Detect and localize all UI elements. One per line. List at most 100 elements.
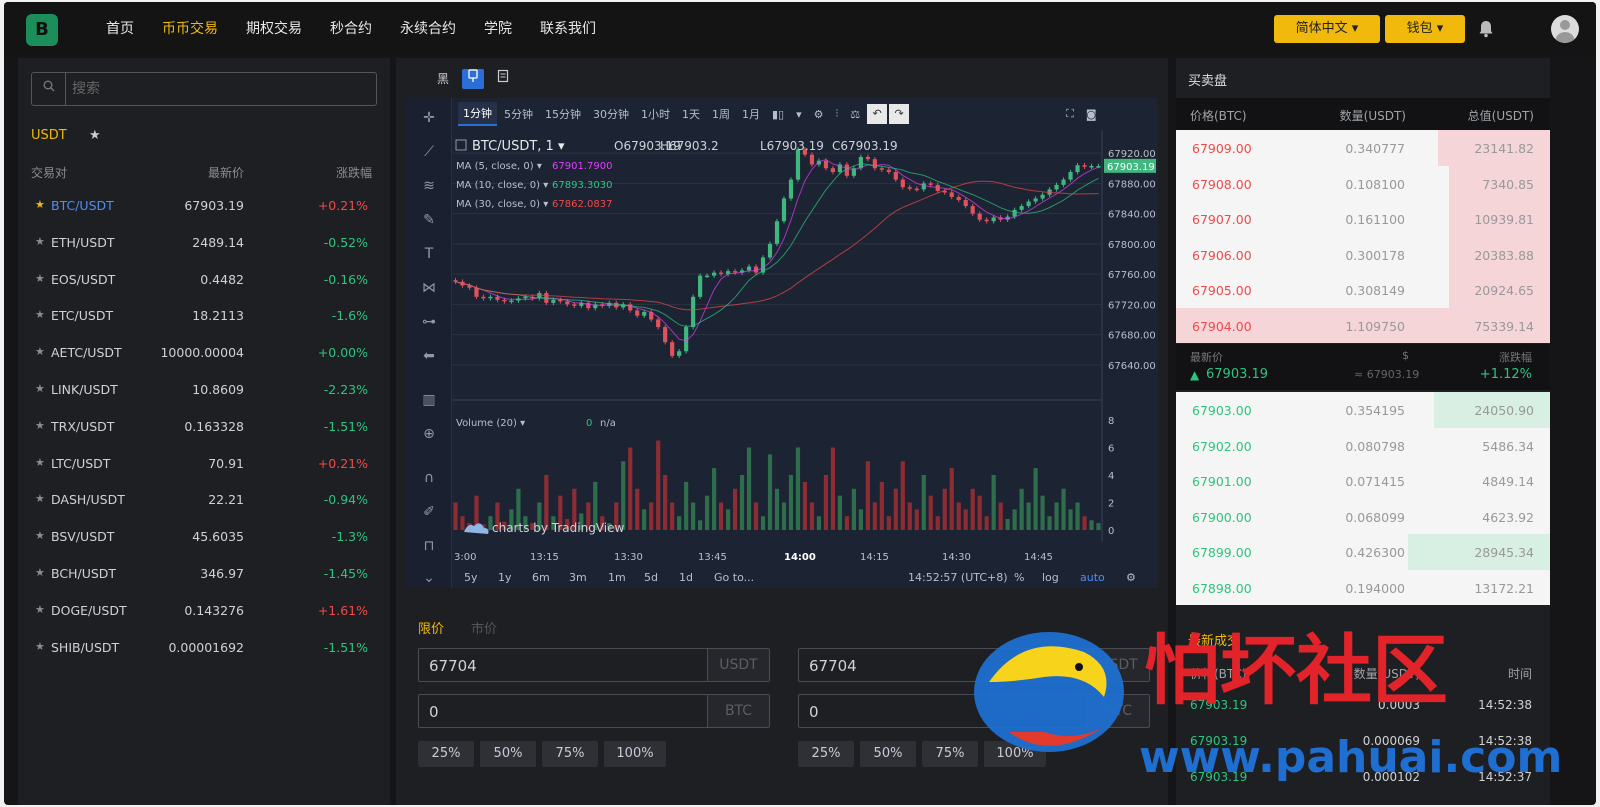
market-row[interactable]: ★ AETC/USDT 10000.00004 +0.00% bbox=[18, 345, 390, 382]
star-icon[interactable]: ★ bbox=[35, 566, 45, 579]
sell-pct-75-button[interactable]: 75% bbox=[922, 741, 978, 767]
sell-amount-input[interactable] bbox=[809, 701, 1069, 723]
back-arrow-icon[interactable]: ⬅ bbox=[419, 346, 439, 366]
interval-0[interactable]: 1分钟 bbox=[458, 102, 497, 126]
buy-pct-25-button[interactable]: 25% bbox=[418, 741, 474, 767]
theme-dark-button[interactable]: 黑 bbox=[432, 69, 454, 89]
collapse-legend-icon[interactable] bbox=[455, 139, 467, 151]
bid-row[interactable]: 67903.00 0.354195 24050.90 bbox=[1176, 392, 1550, 428]
ask-row[interactable]: 67909.00 0.340777 23141.82 bbox=[1176, 130, 1550, 166]
ask-row[interactable]: 67908.00 0.108100 7340.85 bbox=[1176, 165, 1550, 201]
interval-3[interactable]: 30分钟 bbox=[588, 103, 634, 125]
trend-line-icon[interactable]: ⟋ bbox=[419, 142, 439, 162]
volume-legend-label[interactable]: Volume (20) ▾ bbox=[456, 418, 525, 429]
ma-legend-label[interactable]: MA (5, close, 0) ▾ bbox=[456, 161, 542, 172]
crosshair-icon[interactable]: ✛ bbox=[419, 108, 439, 128]
star-icon[interactable]: ★ bbox=[35, 198, 45, 211]
bid-row[interactable]: 67900.00 0.068099 4623.92 bbox=[1176, 499, 1550, 535]
ask-row[interactable]: 67905.00 0.308149 20924.65 bbox=[1176, 272, 1550, 308]
interval-5[interactable]: 1天 bbox=[677, 103, 705, 125]
market-row[interactable]: ★ SHIB/USDT 0.00001692 -1.51% bbox=[18, 640, 390, 677]
nav-item-0[interactable]: 首页 bbox=[92, 2, 148, 56]
range-6[interactable]: 1d bbox=[679, 571, 693, 584]
nav-item-5[interactable]: 学院 bbox=[470, 2, 526, 56]
brush-icon[interactable]: ✎ bbox=[419, 210, 439, 230]
ma-legend-label[interactable]: MA (10, close, 0) ▾ bbox=[456, 180, 548, 191]
nav-item-2[interactable]: 期权交易 bbox=[232, 2, 316, 56]
bid-row[interactable]: 67902.00 0.080798 5486.34 bbox=[1176, 428, 1550, 464]
tab-limit-order[interactable]: 限价 bbox=[418, 618, 444, 637]
range-0[interactable]: 5y bbox=[464, 571, 478, 584]
ask-row[interactable]: 67906.00 0.300178 20383.88 bbox=[1176, 236, 1550, 272]
ma-legend-label[interactable]: MA (30, close, 0) ▾ bbox=[456, 199, 548, 210]
ask-row[interactable]: 67904.00 1.109750 75339.14 bbox=[1176, 307, 1550, 343]
redo-icon[interactable]: ↷ bbox=[889, 104, 910, 124]
range-7[interactable]: Go to... bbox=[714, 571, 754, 584]
compare-icon[interactable]: ⚖ bbox=[845, 105, 865, 124]
range-4[interactable]: 1m bbox=[608, 571, 626, 584]
market-row[interactable]: ★ DOGE/USDT 0.143276 +1.61% bbox=[18, 603, 390, 640]
market-row[interactable]: ★ LINK/USDT 10.8609 -2.23% bbox=[18, 382, 390, 419]
nav-item-1[interactable]: 币币交易 bbox=[148, 2, 232, 56]
range-5[interactable]: 5d bbox=[644, 571, 658, 584]
measure-tool-icon[interactable]: ⊶ bbox=[419, 312, 439, 332]
star-icon[interactable]: ★ bbox=[35, 345, 45, 358]
fib-tool-icon[interactable]: ≋ bbox=[419, 176, 439, 196]
star-icon[interactable]: ★ bbox=[35, 456, 45, 469]
scale-option-0[interactable]: % bbox=[1014, 571, 1024, 584]
star-icon[interactable]: ★ bbox=[35, 529, 45, 542]
market-row[interactable]: ★ ETC/USDT 18.2113 -1.6% bbox=[18, 308, 390, 345]
market-row[interactable]: ★ DASH/USDT 22.21 -0.94% bbox=[18, 492, 390, 529]
interval-1[interactable]: 5分钟 bbox=[499, 103, 538, 125]
bid-row[interactable]: 67899.00 0.426300 28945.34 bbox=[1176, 534, 1550, 570]
sell-pct-50-button[interactable]: 50% bbox=[860, 741, 916, 767]
lock-drawing-icon[interactable]: ✐ bbox=[419, 502, 439, 522]
star-icon[interactable]: ★ bbox=[35, 640, 45, 653]
buy-pct-100-button[interactable]: 100% bbox=[604, 741, 666, 767]
unlock-icon[interactable]: ⊓ bbox=[419, 536, 439, 556]
indicator-icon[interactable]: ▥ bbox=[419, 390, 439, 410]
market-row[interactable]: ★ EOS/USDT 0.4482 -0.16% bbox=[18, 272, 390, 309]
favorites-star-icon[interactable]: ★ bbox=[89, 128, 101, 143]
sell-pct-25-button[interactable]: 25% bbox=[798, 741, 854, 767]
bid-row[interactable]: 67901.00 0.071415 4849.14 bbox=[1176, 463, 1550, 499]
price-volume-chart[interactable]: 67920.00 67880.00 67840.00 67800.00 67760.00… bbox=[452, 130, 1158, 568]
tradingview-attribution[interactable]: charts by TradingView bbox=[492, 521, 624, 535]
star-icon[interactable]: ★ bbox=[35, 492, 45, 505]
scale-option-1[interactable]: log bbox=[1042, 571, 1059, 584]
scale-option-2[interactable]: auto bbox=[1080, 571, 1105, 584]
depth-view-icon[interactable] bbox=[492, 69, 514, 89]
buy-price-input[interactable] bbox=[429, 655, 689, 677]
chevron-down-icon[interactable]: ▾ bbox=[791, 105, 807, 124]
market-row[interactable]: ★ TRX/USDT 0.163328 -1.51% bbox=[18, 419, 390, 456]
indicators-icon[interactable]: ⫶ bbox=[831, 104, 844, 124]
star-icon[interactable]: ★ bbox=[35, 308, 45, 321]
tab-market-order[interactable]: 市价 bbox=[471, 618, 497, 637]
ask-row[interactable]: 67907.00 0.161100 10939.81 bbox=[1176, 201, 1550, 237]
pattern-tool-icon[interactable]: ⋈ bbox=[419, 278, 439, 298]
snapshot-camera-icon[interactable]: ◙ bbox=[1081, 105, 1102, 124]
sell-price-input[interactable] bbox=[809, 655, 1069, 677]
range-2[interactable]: 6m bbox=[532, 571, 550, 584]
magnet-icon[interactable]: ∩ bbox=[419, 468, 439, 488]
star-icon[interactable]: ★ bbox=[35, 272, 45, 285]
market-row[interactable]: ★ ETH/USDT 2489.14 -0.52% bbox=[18, 235, 390, 272]
settings-gear-icon[interactable]: ⚙ bbox=[809, 105, 829, 124]
chevron-down-icon[interactable]: ⌄ bbox=[419, 568, 439, 588]
text-tool-icon[interactable]: T bbox=[419, 244, 439, 264]
market-row[interactable]: ★ BSV/USDT 45.6035 -1.3% bbox=[18, 529, 390, 566]
bid-row[interactable]: 67898.00 0.194000 13172.21 bbox=[1176, 570, 1550, 606]
nav-item-3[interactable]: 秒合约 bbox=[316, 2, 386, 56]
nav-item-6[interactable]: 联系我们 bbox=[526, 2, 610, 56]
search-input[interactable] bbox=[72, 79, 362, 99]
candle-type-icon[interactable]: ▮▯ bbox=[767, 105, 789, 124]
language-dropdown[interactable]: 简体中文 ▾ bbox=[1274, 15, 1380, 43]
range-1[interactable]: 1y bbox=[498, 571, 512, 584]
star-icon[interactable]: ★ bbox=[35, 382, 45, 395]
wallet-dropdown[interactable]: 钱包 ▾ bbox=[1385, 15, 1465, 43]
star-icon[interactable]: ★ bbox=[35, 603, 45, 616]
tradingview-chart[interactable]: ✛ ⟋ ≋ ✎ T ⋈ ⊶ ⬅ ▥ ⊕ ∩ ✐ ⊓ ⌄ 1分钟 5分钟 15分钟 30… bbox=[406, 98, 1158, 588]
buy-amount-input[interactable] bbox=[429, 701, 689, 723]
market-row[interactable]: ★ BCH/USDT 346.97 -1.45% bbox=[18, 566, 390, 603]
undo-icon[interactable]: ↶ bbox=[867, 104, 888, 124]
